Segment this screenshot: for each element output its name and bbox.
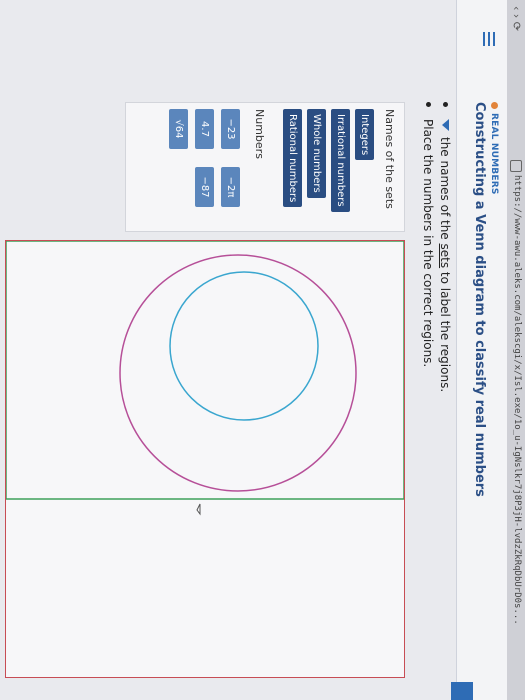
lock-icon <box>510 160 522 172</box>
topic-label: REAL NUMBERS <box>489 102 499 195</box>
source-panel: Names of the sets Integers Irrational nu… <box>125 102 405 232</box>
bullet-icon <box>426 102 431 107</box>
big-circle[interactable] <box>119 254 357 492</box>
menu-icon[interactable] <box>481 32 495 46</box>
lesson-title: Constructing a Venn diagram to classify … <box>472 102 487 497</box>
small-circle[interactable] <box>169 271 319 421</box>
instruction-text-suffix: to label the regions. <box>438 268 452 393</box>
set-chip-rational[interactable]: Rational numbers <box>283 109 302 208</box>
aleks-page: ‹ › ⟳ https://www-awu.aleks.com/alekscgi… <box>0 0 525 700</box>
photo-scene: ‹ › ⟳ https://www-awu.aleks.com/alekscgi… <box>0 0 525 700</box>
instructions: the names of the sets to label the regio… <box>419 102 453 392</box>
cursor-icon <box>196 503 201 516</box>
set-chip-integers[interactable]: Integers <box>355 109 374 161</box>
venn-board[interactable] <box>5 240 405 678</box>
sets-link[interactable]: sets <box>438 244 452 269</box>
app-header: REAL NUMBERS Constructing a Venn diagram… <box>456 0 507 700</box>
numbers-heading: Numbers <box>253 109 266 159</box>
topic-status-icon <box>491 102 498 109</box>
url-bar[interactable]: https://www-awu.aleks.com/alekscgi/x/Isl… <box>512 175 522 625</box>
number-chip[interactable]: −2π <box>221 167 240 207</box>
browser-toolbar: ‹ › ⟳ https://www-awu.aleks.com/alekscgi… <box>506 0 525 700</box>
inner-rectangle[interactable] <box>6 241 404 500</box>
instruction-text-2: Place the numbers in the correct regions… <box>421 119 435 368</box>
set-chip-whole[interactable]: Whole numbers <box>307 109 326 198</box>
back-forward-icons[interactable]: ‹ › ⟳ <box>510 6 523 31</box>
set-chip-irrational[interactable]: Irrational numbers <box>331 109 350 212</box>
caret-down-icon <box>442 119 449 131</box>
sets-heading: Names of the sets <box>383 109 396 209</box>
venn-diagram <box>6 241 404 516</box>
instruction-line-2: Place the numbers in the correct regions… <box>419 102 436 392</box>
number-chip[interactable]: 4.7 <box>195 109 214 149</box>
instruction-text: the names of the <box>438 137 452 244</box>
number-chip[interactable]: √64 <box>169 109 188 149</box>
instruction-line-1: the names of the sets to label the regio… <box>436 102 453 392</box>
side-panel-button[interactable] <box>451 682 473 700</box>
bullet-icon <box>443 102 448 107</box>
topic-text: REAL NUMBERS <box>489 113 499 195</box>
number-chip[interactable]: −87 <box>195 167 214 207</box>
number-chip[interactable]: −23 <box>221 109 240 149</box>
